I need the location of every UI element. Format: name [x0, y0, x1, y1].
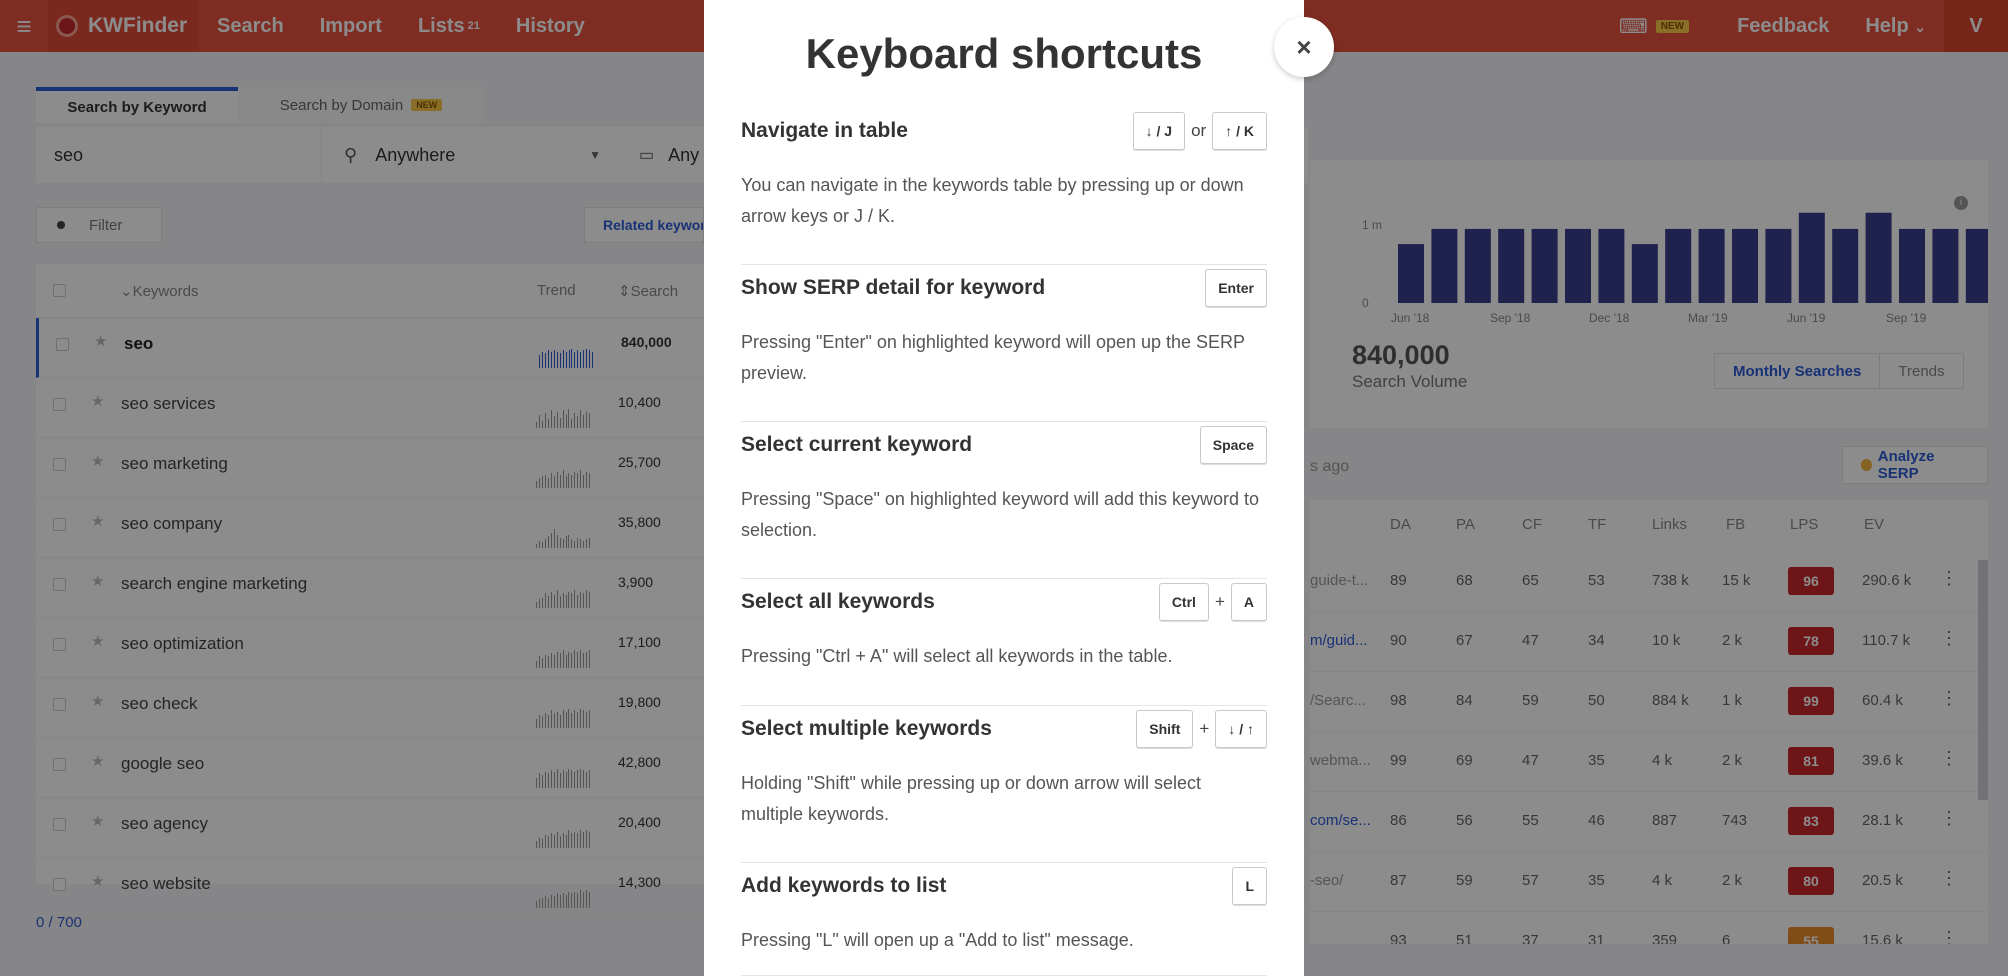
keyboard-shortcuts-modal: Keyboard shortcuts Navigate in table ↓ / … — [704, 0, 1304, 976]
shortcut-description: Pressing "Space" on highlighted keyword … — [741, 489, 1260, 540]
key-joiner: + — [1214, 592, 1225, 611]
shortcut-description: You can navigate in the keywords table b… — [741, 175, 1244, 226]
shortcut-section: Select current keyword Space Pressing "Spa… — [741, 422, 1267, 579]
close-icon[interactable]: × — [1274, 17, 1334, 77]
key-joiner: + — [1199, 719, 1210, 738]
shortcut-title: Add keywords to list — [741, 874, 947, 897]
keycap: L — [1232, 867, 1267, 905]
keycap: ↓ / ↑ — [1215, 710, 1267, 748]
shortcut-title: Select multiple keywords — [741, 717, 992, 740]
shortcut-keys: Ctrl + A — [1158, 583, 1267, 621]
shortcut-title: Navigate in table — [741, 119, 908, 142]
shortcut-section: Select all keywords Ctrl + A Pressing "Ctrl … — [741, 579, 1267, 706]
keycap: ↓ / J — [1132, 112, 1186, 150]
shortcut-description: Holding "Shift" while pressing up or dow… — [741, 773, 1201, 824]
shortcut-section: Select multiple keywords Shift + ↓ / ↑ Holdi… — [741, 706, 1267, 863]
key-joiner: or — [1191, 121, 1207, 140]
keycap: Enter — [1205, 269, 1267, 307]
shortcut-title: Select current keyword — [741, 433, 973, 456]
shortcut-keys: ↓ / J or ↑ / K — [1132, 112, 1267, 150]
shortcut-keys: L — [1232, 867, 1267, 905]
shortcut-section: Navigate in table ↓ / J or ↑ / K You can nav… — [741, 108, 1267, 265]
keycap: Space — [1199, 426, 1267, 464]
shortcut-description: Pressing "L" will open up a "Add to list… — [741, 930, 1134, 950]
shortcut-keys: Space — [1199, 426, 1267, 464]
shortcut-section: Add keywords to list L Pressing "L" will o… — [741, 863, 1267, 976]
keycap: Shift — [1136, 710, 1194, 748]
shortcut-description: Pressing "Enter" on highlighted keyword … — [741, 332, 1245, 383]
shortcut-section: Show SERP detail for keyword Enter Pressin… — [741, 265, 1267, 422]
shortcut-description: Pressing "Ctrl + A" will select all keyw… — [741, 646, 1173, 666]
keycap: ↑ / K — [1212, 112, 1267, 150]
keycap: Ctrl — [1158, 583, 1209, 621]
modal-title: Keyboard shortcuts — [805, 30, 1203, 77]
shortcut-title: Select all keywords — [741, 590, 935, 613]
shortcut-keys: Shift + ↓ / ↑ — [1136, 710, 1267, 748]
keycap: A — [1230, 583, 1267, 621]
shortcut-keys: Enter — [1205, 269, 1267, 307]
app-root: ≡ KWFinder Search Import Lists 21 History… — [0, 0, 2008, 976]
shortcut-title: Show SERP detail for keyword — [741, 276, 1046, 299]
